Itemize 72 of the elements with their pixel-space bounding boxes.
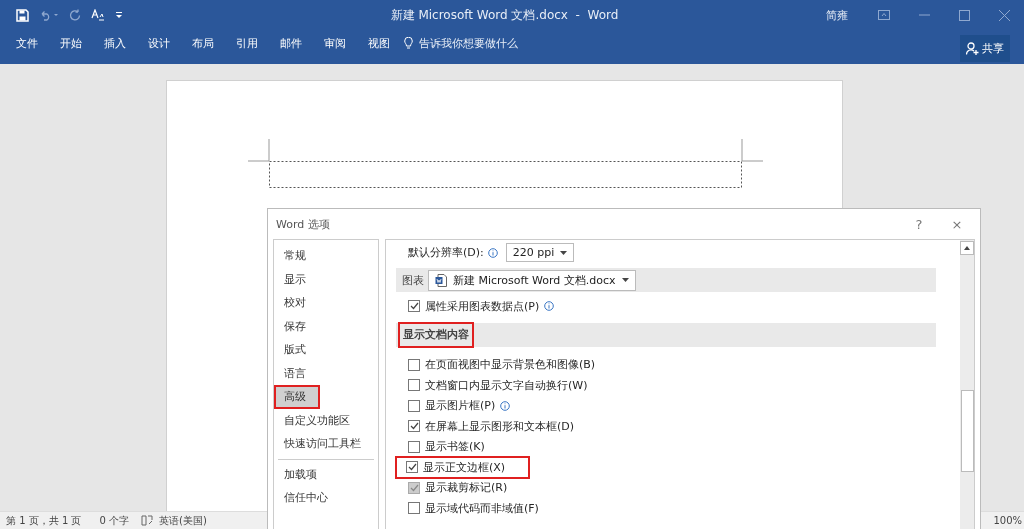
ribbon-tab[interactable]: 邮件 <box>272 35 316 59</box>
checkbox[interactable] <box>408 420 420 433</box>
ribbon-tab[interactable]: 开始 <box>52 35 96 59</box>
checkbox-label: 文档窗口内显示文字自动换行(W) <box>425 377 588 393</box>
section-heading: 显示文档内容 <box>398 321 474 348</box>
close-icon[interactable] <box>998 9 1010 21</box>
checkbox[interactable] <box>408 300 420 313</box>
checkbox-label: 属性采用图表数据点(P) <box>425 298 540 314</box>
undo-icon[interactable] <box>39 9 59 21</box>
category-item[interactable]: 校对 <box>274 291 378 315</box>
page-count[interactable]: 第 1 页，共 1 页 <box>6 513 82 528</box>
category-item[interactable]: 版式 <box>274 338 378 362</box>
font-format-icon[interactable] <box>91 9 105 21</box>
category-item[interactable]: 加载项 <box>274 462 378 486</box>
close-button[interactable]: × <box>942 215 972 233</box>
checkbox[interactable] <box>408 440 420 453</box>
category-item[interactable]: 显示 <box>274 267 378 291</box>
category-item[interactable]: 快速访问工具栏 <box>274 432 378 456</box>
checkbox-label: 显示裁剪标记(R) <box>425 480 508 496</box>
checkbox[interactable] <box>408 399 420 412</box>
language-status[interactable]: 英语(美国) <box>159 513 207 528</box>
document-icon <box>435 273 447 287</box>
checkbox[interactable] <box>408 358 420 371</box>
caret-icon <box>621 278 629 282</box>
scroll-up-icon[interactable] <box>964 246 970 250</box>
checkbox-label: 在屏幕上显示图形和文本框(D) <box>425 418 575 434</box>
info-icon <box>487 247 498 258</box>
info-icon <box>500 400 511 411</box>
scrollbar[interactable] <box>960 240 974 529</box>
category-item[interactable]: 语言 <box>274 361 378 385</box>
word-count[interactable]: 0 个字 <box>99 513 129 528</box>
info-icon <box>544 301 555 312</box>
ribbon-tab[interactable]: 视图 <box>360 35 404 59</box>
share-button[interactable]: 共享 <box>960 34 1010 62</box>
caret-icon <box>560 250 568 255</box>
dialog-title: Word 选项 <box>276 216 331 232</box>
category-item[interactable]: 保存 <box>274 314 378 338</box>
checkbox[interactable] <box>406 461 418 474</box>
checkbox[interactable] <box>408 379 420 392</box>
checkbox-label: 显示书签(K) <box>425 439 485 455</box>
ribbon-tab[interactable]: 审阅 <box>316 35 360 59</box>
window-title: 新建 Microsoft Word 文档.docx - Word <box>389 6 620 24</box>
document-dropdown[interactable]: 新建 Microsoft Word 文档.docx <box>428 269 636 291</box>
person-add-icon <box>966 41 979 55</box>
category-item[interactable]: 信任中心 <box>274 486 378 510</box>
lightbulb-icon <box>404 36 413 50</box>
zoom-level[interactable]: 100% <box>993 515 1022 526</box>
ribbon-tab[interactable]: 引用 <box>228 35 272 59</box>
resolution-dropdown[interactable]: 220 ppi <box>505 243 575 262</box>
customize-caret-icon[interactable] <box>115 11 123 19</box>
checkbox-label: 显示正文边框(X) <box>423 459 506 475</box>
proofing-icon[interactable] <box>141 515 153 526</box>
resolution-label: 默认分辨率(D): <box>408 245 484 260</box>
redo-icon[interactable] <box>69 9 81 21</box>
help-button[interactable]: ? <box>904 215 934 233</box>
chart-label: 图表 <box>402 272 424 288</box>
checkbox[interactable] <box>408 502 420 515</box>
tell-me-field[interactable]: 告诉我你想要做什么 <box>419 35 518 59</box>
maximize-icon[interactable] <box>958 9 970 21</box>
checkbox-label: 显示域代码而非域值(F) <box>425 500 539 516</box>
category-item[interactable]: 常规 <box>274 244 378 268</box>
save-icon[interactable] <box>16 8 29 22</box>
ribbon-display-icon[interactable] <box>878 10 890 20</box>
checkbox-label: 显示图片框(P) <box>425 398 496 414</box>
category-item[interactable]: 高级 <box>274 385 320 409</box>
ribbon-tab[interactable]: 布局 <box>184 35 228 59</box>
checkbox-label: 在页面视图中显示背景色和图像(B) <box>425 357 596 373</box>
ribbon-tab[interactable]: 插入 <box>96 35 140 59</box>
ribbon-tab[interactable]: 设计 <box>140 35 184 59</box>
category-item[interactable]: 自定义功能区 <box>274 408 378 432</box>
ribbon-tab[interactable]: 文件 <box>8 35 52 59</box>
user-name[interactable]: 简雍 <box>826 7 848 23</box>
